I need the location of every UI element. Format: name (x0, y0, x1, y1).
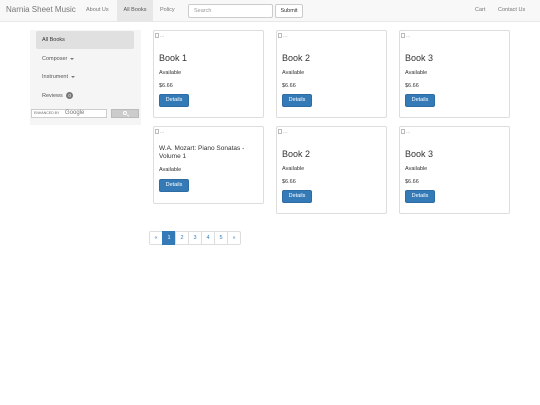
product-image: ... (155, 129, 164, 135)
sidebar-item-all-books[interactable]: All Books (36, 31, 134, 49)
product-price: $6.66 (282, 179, 296, 185)
product-image: ... (401, 129, 410, 135)
product-price: $6.66 (405, 179, 419, 185)
product-title: W.A. Mozart: Piano Sonatas - Volume 1 (159, 145, 245, 160)
pagination-page-5[interactable]: 5 (214, 231, 228, 245)
product-status: Available (405, 70, 428, 76)
product-card: ... Book 2 Available $6.66 Details (276, 30, 387, 118)
product-image: ... (278, 129, 287, 135)
google-search-input[interactable]: ENHANCED BY Google (31, 109, 107, 118)
product-status: Available (282, 166, 305, 172)
product-card: ... Book 3 Available $6.66 Details (399, 30, 510, 118)
pagination-page-2[interactable]: 2 (175, 231, 189, 245)
submit-button[interactable]: Submit (275, 4, 303, 18)
sidebar-item-label: All Books (42, 37, 65, 43)
details-button[interactable]: Details (159, 179, 189, 192)
details-button[interactable]: Details (405, 94, 435, 107)
details-button[interactable]: Details (282, 94, 312, 107)
broken-image-icon (155, 33, 159, 39)
pagination-page-3[interactable]: 3 (188, 231, 202, 245)
search-input[interactable]: Search (188, 4, 273, 18)
sidebar: All Books Composer Instrument Reviews 0 … (30, 30, 141, 125)
product-status: Available (159, 70, 182, 76)
product-price: $6.66 (405, 83, 419, 89)
product-status: Available (282, 70, 305, 76)
product-card: ... W.A. Mozart: Piano Sonatas - Volume … (153, 126, 264, 204)
sidebar-item-instrument[interactable]: Instrument (36, 68, 134, 86)
product-price: $6.66 (282, 83, 296, 89)
product-status: Available (405, 166, 428, 172)
sidebar-item-composer[interactable]: Composer (36, 50, 134, 68)
pagination-page-4[interactable]: 4 (201, 231, 215, 245)
product-card: ... Book 3 Available $6.66 Details (399, 126, 510, 214)
product-card: ... Book 2 Available $6.66 Details (276, 126, 387, 214)
nav-all-books[interactable]: All Books (117, 0, 153, 21)
pagination: « 1 2 3 4 5 » (149, 231, 241, 245)
sidebar-item-label: Composer (42, 56, 68, 62)
broken-image-icon (278, 129, 282, 135)
nav-policy[interactable]: Policy (156, 0, 179, 21)
search-icon (123, 111, 127, 115)
product-status: Available (159, 167, 182, 173)
nav-about-us[interactable]: About Us (82, 0, 113, 21)
navbar: Narnia Sheet Music About Us All Books Po… (0, 0, 540, 22)
product-title: Book 3 (405, 53, 434, 63)
broken-image-icon (401, 33, 405, 39)
brand-link[interactable]: Narnia Sheet Music (6, 5, 76, 14)
broken-image-icon (401, 129, 405, 135)
sidebar-item-label: Reviews (42, 93, 63, 99)
google-logo: Google (65, 110, 85, 116)
caret-down-icon (70, 75, 75, 78)
details-button[interactable]: Details (159, 94, 189, 107)
details-button[interactable]: Details (405, 190, 435, 203)
product-title: Book 1 (159, 53, 188, 63)
sidebar-item-label: Instrument (42, 74, 68, 80)
pagination-next[interactable]: » (227, 231, 241, 245)
google-search-button[interactable] (111, 109, 139, 118)
pagination-prev[interactable]: « (149, 231, 163, 245)
details-button[interactable]: Details (282, 190, 312, 203)
product-title: Book 2 (282, 53, 311, 63)
sidebar-item-reviews[interactable]: Reviews 0 (36, 87, 134, 105)
broken-image-icon (278, 33, 282, 39)
nav-contact-us[interactable]: Contact Us (494, 0, 529, 21)
product-image: ... (278, 33, 287, 39)
reviews-count-badge: 0 (66, 92, 73, 100)
broken-image-icon (155, 129, 159, 135)
nav-cart[interactable]: Cart (471, 0, 489, 21)
caret-down-icon (69, 57, 74, 60)
product-price: $6.66 (159, 83, 173, 89)
product-title: Book 3 (405, 149, 434, 159)
pagination-page-1[interactable]: 1 (162, 231, 176, 245)
product-image: ... (401, 33, 410, 39)
gsearch-enhanced-label: ENHANCED BY (34, 111, 60, 115)
product-card: ... Book 1 Available $6.66 Details (153, 30, 264, 118)
product-image: ... (155, 33, 164, 39)
product-title: Book 2 (282, 149, 311, 159)
